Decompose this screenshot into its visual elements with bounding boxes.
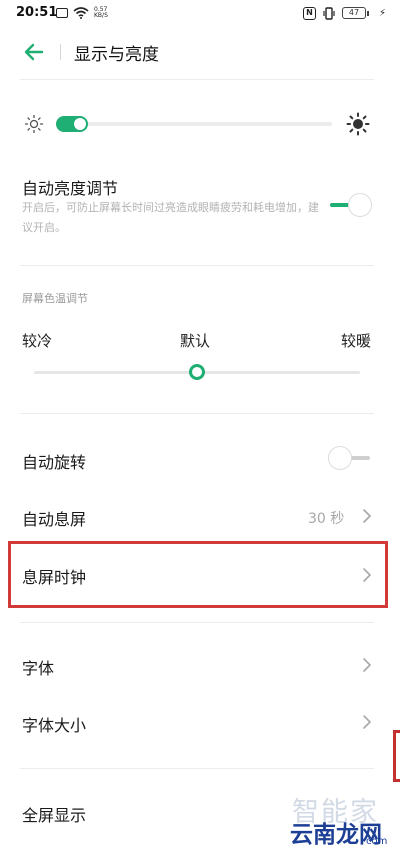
back-arrow-icon[interactable]	[22, 40, 46, 64]
header-divider	[60, 44, 61, 60]
divider	[20, 768, 374, 769]
screen-timeout-title[interactable]: 自动息屏	[22, 506, 86, 530]
watermark-domain: com	[366, 836, 388, 847]
auto-brightness-title: 自动亮度调节	[22, 179, 119, 198]
brightness-slider-knob[interactable]	[74, 118, 86, 130]
color-temperature-section-label: 屏幕色温调节	[22, 292, 88, 305]
aod-clock-title[interactable]: 息屏时钟	[22, 564, 86, 588]
status-right-icons: N 47 ⚡	[302, 5, 386, 21]
color-temperature-slider[interactable]	[34, 364, 360, 380]
color-temperature-warm-label: 较暖	[341, 332, 372, 350]
chevron-right-icon[interactable]	[362, 567, 372, 583]
divider	[20, 413, 374, 414]
fullscreen-title[interactable]: 全屏显示	[22, 802, 86, 826]
toggle-knob	[328, 446, 352, 470]
charging-icon: ⚡	[378, 7, 386, 19]
nfc-icon: N	[302, 6, 316, 20]
vibrate-icon	[323, 6, 335, 20]
color-temperature-cool-label: 较冷	[22, 332, 53, 350]
auto-rotate-toggle[interactable]	[328, 446, 372, 470]
chevron-right-icon[interactable]	[362, 714, 372, 730]
auto-brightness-description: 开启后，可防止屏幕长时间过亮造成眼睛疲劳和耗电增加，建议开启。	[22, 201, 319, 234]
network-speed-unit: KB/S	[94, 12, 108, 19]
battery-tip	[366, 10, 369, 16]
chevron-right-icon[interactable]	[362, 508, 372, 524]
auto-brightness-toggle[interactable]	[328, 193, 372, 217]
page-title: 显示与亮度	[74, 45, 159, 65]
divider	[20, 265, 374, 266]
font-size-title[interactable]: 字体大小	[22, 712, 86, 736]
screen-timeout-value: 30 秒	[308, 511, 345, 527]
battery-icon: 47	[341, 7, 369, 19]
status-left-icons: 0.57 KB/S	[56, 5, 108, 21]
toggle-knob	[348, 193, 372, 217]
color-temperature-slider-knob[interactable]	[189, 364, 205, 380]
auto-rotate-title: 自动旋转	[22, 453, 87, 472]
status-time: 20:51	[16, 5, 58, 20]
toggle-track	[330, 203, 350, 207]
header: 显示与亮度	[0, 26, 400, 78]
brightness-slider[interactable]	[56, 116, 332, 132]
divider	[20, 622, 374, 623]
network-speed: 0.57 KB/S	[94, 7, 108, 19]
divider	[20, 79, 374, 80]
color-temperature-default-label: 默认	[180, 332, 211, 350]
status-bar: 20:51 0.57 KB/S N 47 ⚡	[0, 0, 400, 26]
wifi-icon	[73, 7, 89, 19]
toggle-track	[350, 456, 370, 460]
notification-icon	[56, 8, 68, 18]
font-title[interactable]: 字体	[22, 655, 54, 679]
battery-level: 47	[341, 7, 366, 19]
edge-annotation	[393, 730, 400, 782]
chevron-right-icon[interactable]	[362, 657, 372, 673]
sun-large-icon	[346, 112, 370, 136]
sun-small-icon	[24, 114, 44, 134]
